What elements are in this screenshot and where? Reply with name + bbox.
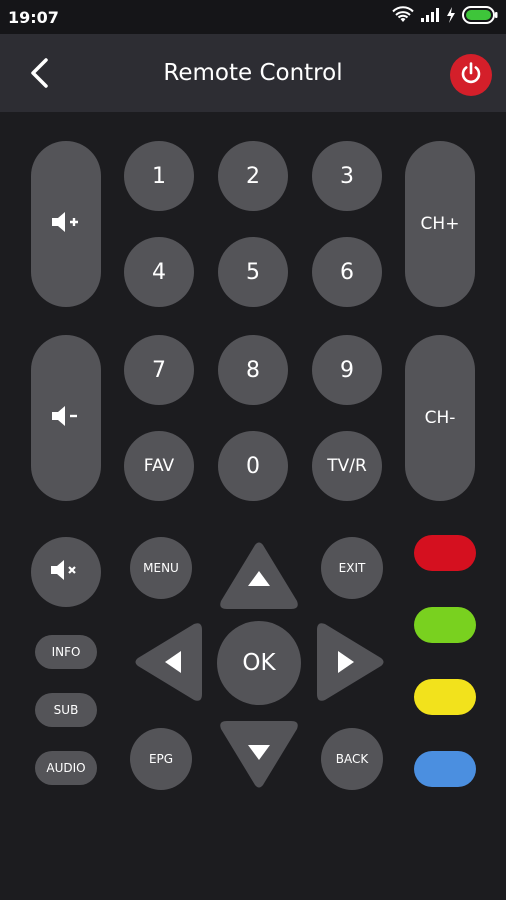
fav-button[interactable]: FAV bbox=[124, 431, 194, 501]
digit-5-button[interactable]: 5 bbox=[218, 237, 288, 307]
back-arrow-icon bbox=[24, 58, 58, 94]
channel-down-button[interactable]: CH- bbox=[405, 335, 475, 501]
signal-icon bbox=[420, 7, 440, 28]
tv-radio-button[interactable]: TV/R bbox=[312, 431, 382, 501]
status-icons bbox=[392, 5, 498, 29]
digit-0-button[interactable]: 0 bbox=[218, 431, 288, 501]
digit-4-button[interactable]: 4 bbox=[124, 237, 194, 307]
digit-2-button[interactable]: 2 bbox=[218, 141, 288, 211]
digit-8-button[interactable]: 8 bbox=[218, 335, 288, 405]
epg-button[interactable]: EPG bbox=[130, 728, 192, 790]
dpad-down-button[interactable] bbox=[218, 719, 300, 794]
yellow-key-button[interactable] bbox=[414, 679, 476, 715]
dpad-up-button[interactable] bbox=[218, 541, 300, 616]
mute-icon bbox=[50, 559, 82, 585]
power-icon bbox=[459, 61, 483, 90]
green-key-button[interactable] bbox=[414, 607, 476, 643]
charging-icon bbox=[446, 6, 456, 28]
volume-down-icon bbox=[51, 405, 81, 431]
channel-up-button[interactable]: CH+ bbox=[405, 141, 475, 307]
subtitle-button[interactable]: SUB bbox=[35, 693, 97, 727]
blue-key-button[interactable] bbox=[414, 751, 476, 787]
exit-button[interactable]: EXIT bbox=[321, 537, 383, 599]
status-bar: 19:07 bbox=[0, 0, 506, 34]
info-button[interactable]: INFO bbox=[35, 635, 97, 669]
volume-up-button[interactable] bbox=[31, 141, 101, 307]
volume-up-icon bbox=[51, 211, 81, 237]
menu-button[interactable]: MENU bbox=[130, 537, 192, 599]
digit-9-button[interactable]: 9 bbox=[312, 335, 382, 405]
app-bar: Remote Control bbox=[0, 34, 506, 112]
power-button[interactable] bbox=[450, 54, 492, 96]
dpad-right-button[interactable] bbox=[315, 621, 385, 708]
mute-button[interactable] bbox=[31, 537, 101, 607]
digit-1-button[interactable]: 1 bbox=[124, 141, 194, 211]
back-key-button[interactable]: BACK bbox=[321, 728, 383, 790]
digit-7-button[interactable]: 7 bbox=[124, 335, 194, 405]
ok-button[interactable]: OK bbox=[217, 621, 301, 705]
back-button[interactable] bbox=[24, 56, 58, 90]
battery-icon bbox=[462, 5, 498, 29]
audio-button[interactable]: AUDIO bbox=[35, 751, 97, 785]
dpad-left-button[interactable] bbox=[134, 621, 204, 708]
wifi-icon bbox=[392, 5, 414, 29]
red-key-button[interactable] bbox=[414, 535, 476, 571]
volume-down-button[interactable] bbox=[31, 335, 101, 501]
status-time: 19:07 bbox=[8, 8, 59, 27]
page-title: Remote Control bbox=[163, 60, 343, 86]
digit-3-button[interactable]: 3 bbox=[312, 141, 382, 211]
digit-6-button[interactable]: 6 bbox=[312, 237, 382, 307]
